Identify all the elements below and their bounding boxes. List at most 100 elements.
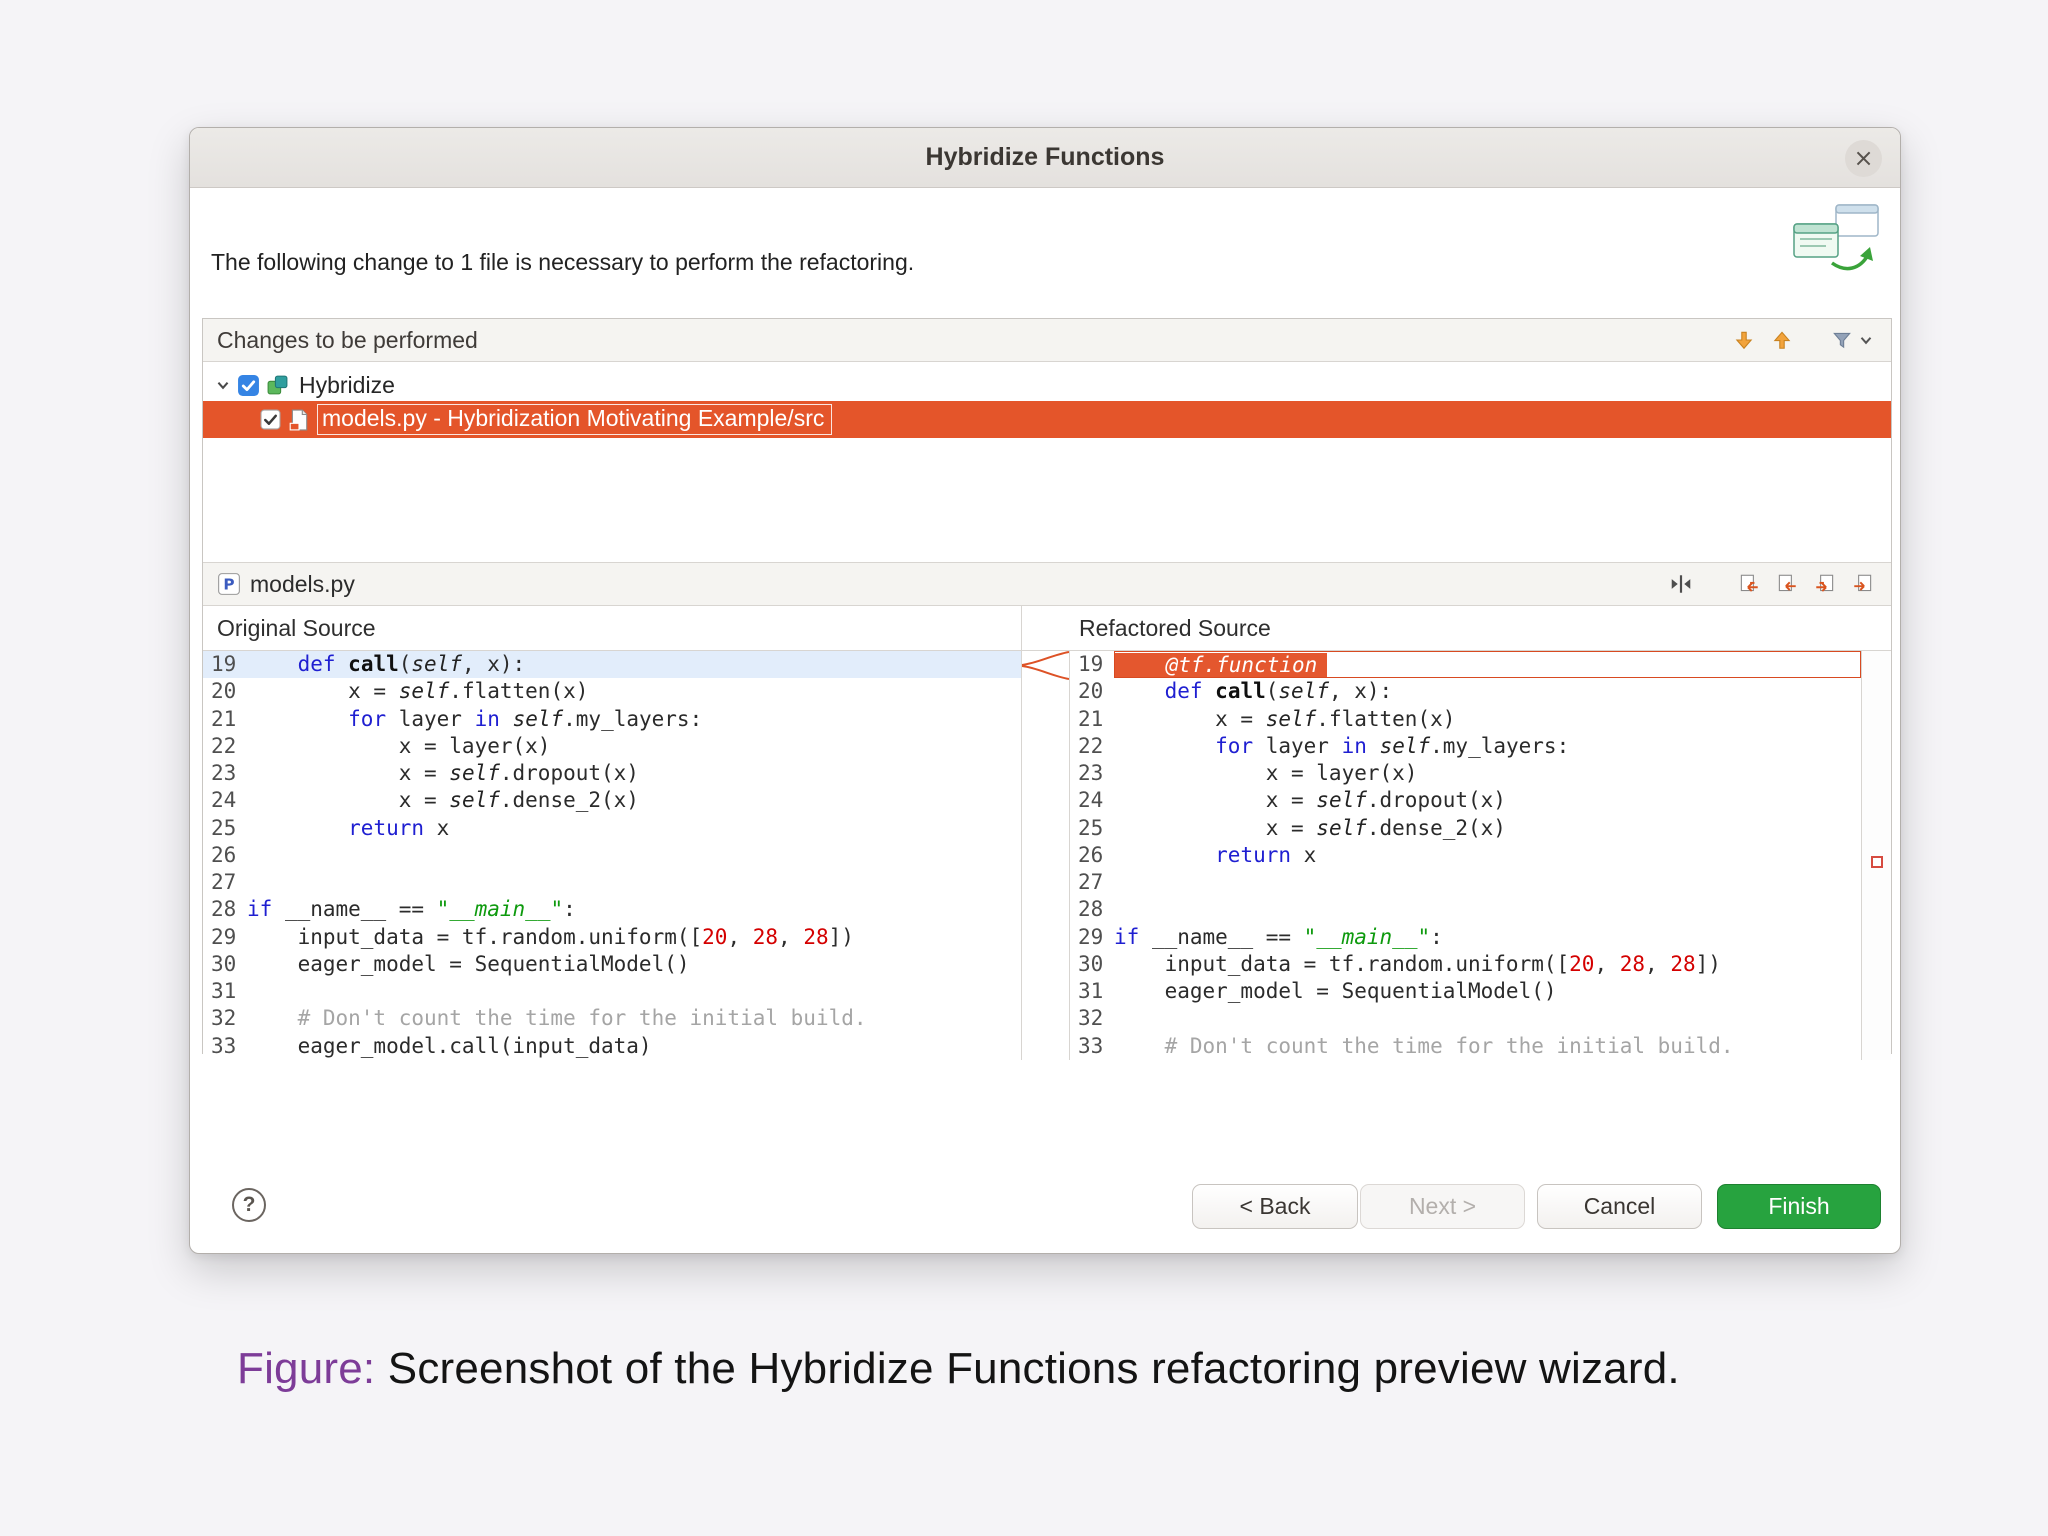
diff-connector-gutter xyxy=(1022,651,1069,1060)
copy-all-left-to-right-icon[interactable] xyxy=(1813,572,1837,596)
code-text: x = layer(x) xyxy=(1114,760,1861,787)
code-line: 28if __name__ == "__main__": xyxy=(203,896,1021,923)
dialog-title: Hybridize Functions xyxy=(926,143,1165,172)
tree-row-models-py[interactable]: models.py - Hybridization Motivating Exa… xyxy=(203,401,1891,438)
code-line: 27 xyxy=(203,869,1021,896)
filter-changes-icon[interactable] xyxy=(1831,329,1853,351)
python-file-icon: P xyxy=(217,572,241,596)
dialog-titlebar: Hybridize Functions × xyxy=(190,128,1900,188)
code-text: # Don't count the time for the initial b… xyxy=(1114,1033,1861,1060)
code-text: def call(self, x): xyxy=(247,651,1021,678)
models-py-checkbox[interactable] xyxy=(260,409,281,430)
pane-headers: Original Source Refactored Source xyxy=(203,606,1891,651)
code-text: x = layer(x) xyxy=(247,733,1021,760)
refactoring-wizard-icon xyxy=(1784,197,1888,285)
code-line: 29if __name__ == "__main__": xyxy=(1070,924,1861,951)
cancel-button[interactable]: Cancel xyxy=(1537,1184,1702,1229)
code-line: 19 def call(self, x): xyxy=(203,651,1021,678)
swap-left-right-icon[interactable] xyxy=(1669,572,1693,596)
hybridize-checkbox[interactable] xyxy=(237,374,260,397)
code-line: 30 eager_model = SequentialModel() xyxy=(203,951,1021,978)
code-line: 21 for layer in self.my_layers: xyxy=(203,706,1021,733)
code-text xyxy=(1114,896,1861,923)
change-marker[interactable] xyxy=(1871,856,1883,868)
line-number: 32 xyxy=(203,1005,247,1032)
code-line: 32 # Don't count the time for the initia… xyxy=(203,1005,1021,1032)
copy-current-left-to-right-icon[interactable] xyxy=(1851,572,1875,596)
line-number: 19 xyxy=(203,651,247,678)
line-number: 28 xyxy=(1070,896,1114,923)
tree-row-hybridize[interactable]: Hybridize xyxy=(203,369,1891,401)
code-text xyxy=(1114,869,1861,896)
code-line: 33 # Don't count the time for the initia… xyxy=(1070,1033,1861,1060)
line-number: 20 xyxy=(203,678,247,705)
line-number: 24 xyxy=(1070,787,1114,814)
code-text: def call(self, x): xyxy=(1114,678,1861,705)
code-text: eager_model = SequentialModel() xyxy=(247,951,1021,978)
code-line: 22 for layer in self.my_layers: xyxy=(1070,733,1861,760)
finish-button[interactable]: Finish xyxy=(1717,1184,1881,1229)
changes-tree: Hybridize models.py - Hybridization Moti… xyxy=(203,369,1891,562)
original-source-editor[interactable]: 19 def call(self, x):20 x = self.flatten… xyxy=(203,651,1022,1060)
line-number: 23 xyxy=(203,760,247,787)
code-text xyxy=(247,869,1021,896)
line-number: 24 xyxy=(203,787,247,814)
code-text: return x xyxy=(247,815,1021,842)
svg-text:P: P xyxy=(223,575,234,593)
code-line: 23 x = layer(x) xyxy=(1070,760,1861,787)
code-text: x = self.flatten(x) xyxy=(247,678,1021,705)
code-line: 26 xyxy=(203,842,1021,869)
composite-change-icon xyxy=(266,374,289,397)
line-number: 27 xyxy=(203,869,247,896)
compare-viewer-header: P models.py xyxy=(203,562,1891,606)
code-line: 28 xyxy=(1070,896,1861,923)
filter-menu-chevron-icon[interactable] xyxy=(1857,331,1875,349)
line-number: 33 xyxy=(1070,1033,1114,1060)
tree-item-label: models.py - Hybridization Motivating Exa… xyxy=(317,404,832,435)
code-line: 20 x = self.flatten(x) xyxy=(203,678,1021,705)
compare-file-name: models.py xyxy=(250,571,355,598)
code-text: x = self.dense_2(x) xyxy=(1114,815,1861,842)
refactored-source-editor[interactable]: 19 @tf.function20 def call(self, x):21 x… xyxy=(1069,651,1862,1060)
help-button[interactable]: ? xyxy=(232,1188,266,1222)
line-number: 23 xyxy=(1070,760,1114,787)
line-number: 22 xyxy=(203,733,247,760)
file-change-icon xyxy=(289,409,309,431)
figure-caption-prefix: Figure: xyxy=(237,1344,375,1393)
copy-current-right-to-left-icon[interactable] xyxy=(1775,572,1799,596)
line-number: 26 xyxy=(1070,842,1114,869)
line-number: 31 xyxy=(203,978,247,1005)
previous-change-icon[interactable] xyxy=(1771,329,1793,351)
changes-header-label: Changes to be performed xyxy=(217,327,478,354)
code-line: 31 eager_model = SequentialModel() xyxy=(1070,978,1861,1005)
code-text xyxy=(247,978,1021,1005)
code-text: eager_model.call(input_data) xyxy=(247,1033,1021,1060)
overview-ruler[interactable] xyxy=(1862,651,1891,1060)
code-text: input_data = tf.random.uniform([20, 28, … xyxy=(247,924,1021,951)
code-text: input_data = tf.random.uniform([20, 28, … xyxy=(1114,951,1861,978)
code-line: 19 @tf.function xyxy=(1070,651,1861,678)
code-line: 21 x = self.flatten(x) xyxy=(1070,706,1861,733)
line-number: 25 xyxy=(203,815,247,842)
line-number: 28 xyxy=(203,896,247,923)
code-text: x = self.dropout(x) xyxy=(1114,787,1861,814)
code-text: eager_model = SequentialModel() xyxy=(1114,978,1861,1005)
code-line: 23 x = self.dropout(x) xyxy=(203,760,1021,787)
dialog-button-bar: ? < Back Next > Cancel Finish xyxy=(190,1184,1900,1230)
close-button[interactable]: × xyxy=(1845,140,1882,177)
line-number: 22 xyxy=(1070,733,1114,760)
back-button[interactable]: < Back xyxy=(1192,1184,1358,1229)
code-text: x = self.dense_2(x) xyxy=(247,787,1021,814)
figure-caption: Figure: Screenshot of the Hybridize Func… xyxy=(237,1344,1680,1394)
copy-all-right-to-left-icon[interactable] xyxy=(1737,572,1761,596)
code-text xyxy=(247,842,1021,869)
expander-chevron-icon[interactable] xyxy=(215,377,231,393)
code-line: 29 input_data = tf.random.uniform([20, 2… xyxy=(203,924,1021,951)
next-button[interactable]: Next > xyxy=(1360,1184,1525,1229)
line-number: 20 xyxy=(1070,678,1114,705)
code-line: 30 input_data = tf.random.uniform([20, 2… xyxy=(1070,951,1861,978)
compare-code-area: 19 def call(self, x):20 x = self.flatten… xyxy=(203,651,1891,1060)
line-number: 30 xyxy=(203,951,247,978)
next-change-icon[interactable] xyxy=(1733,329,1755,351)
refactored-source-title: Refactored Source xyxy=(1079,615,1271,642)
